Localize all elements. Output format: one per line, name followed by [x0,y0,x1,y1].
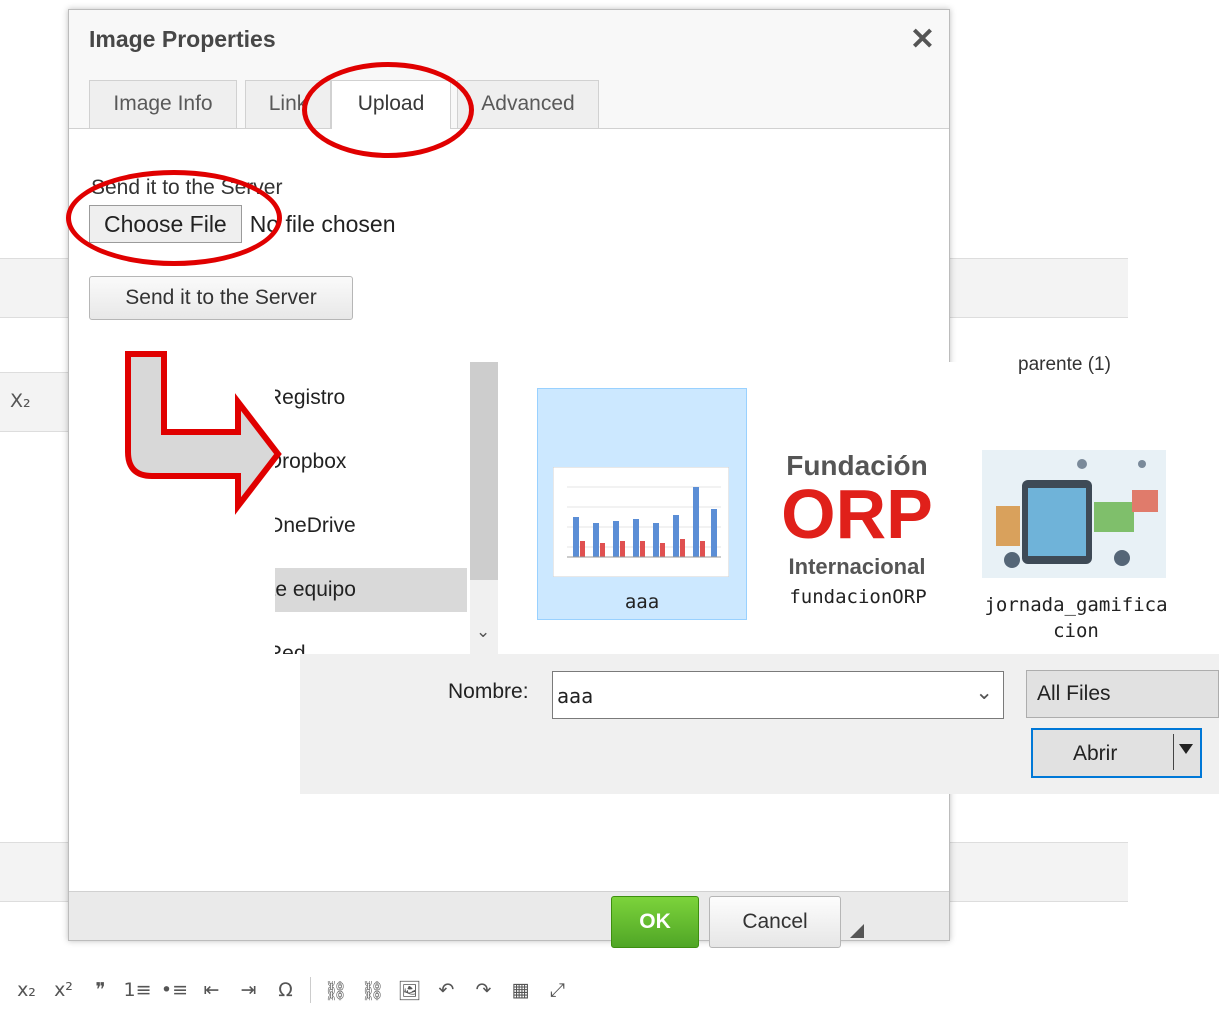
outdent-icon[interactable]: ⇤ [193,979,230,1001]
open-split-divider [1173,734,1174,770]
file-item-aaa[interactable]: aaa [537,388,747,620]
open-button[interactable]: Abrir [1031,728,1202,778]
subscript-icon[interactable]: x₂ [8,979,45,1001]
file-name-jornada-line1: jornada_gamifica [984,594,1168,616]
file-item-fundacionorp[interactable]: Fundación ORP Internacional fundacionORP [760,440,956,620]
cancel-button[interactable]: Cancel [709,896,841,948]
maximize-icon[interactable]: ⤢ [539,979,576,1001]
file-name-fundacionorp: fundacionORP [789,586,927,608]
tab-advanced[interactable]: Advanced [457,80,599,128]
file-item-jornada[interactable]: jornada_gamifica cion [972,440,1180,648]
toolbar-separator [310,977,311,1003]
nav-item-dropbox[interactable]: Dropbox [275,440,437,484]
unlink-icon[interactable]: ⛓ [354,979,391,1002]
link-icon[interactable]: ⛓ [317,979,354,1002]
nav-item-registro[interactable]: Registro [275,376,437,420]
file-type-filter[interactable]: All Files [1026,670,1219,718]
illustration-thumbnail [982,450,1166,578]
nav-item-red[interactable]: Red [275,632,437,654]
file-name-input[interactable]: aaa ⌄ [552,671,1004,719]
image-icon[interactable]: 🖼 [391,979,428,1002]
numbered-list-icon[interactable]: 1≡ [119,979,156,1001]
blockquote-icon[interactable]: ❞ [82,979,119,1001]
tab-image-info[interactable]: Image Info [89,80,237,128]
indent-icon[interactable]: ⇥ [230,979,267,1001]
dialog-title: Image Properties [89,26,276,52]
nav-item-onedrive[interactable]: OneDrive [275,504,437,548]
nav-item-este-equipo[interactable]: Este equipo [275,568,467,612]
orp-logo: Fundación ORP Internacional [766,450,948,579]
logo-line-3: Internacional [788,554,926,579]
editor-toolbar: x₂ x² ❞ 1≡ •≡ ⇤ ⇥ Ω ⛓ ⛓ 🖼 ↶ ↷ ▦ ⤢ [0,968,860,1012]
nav-scrollbar-thumb[interactable] [470,362,498,580]
chevron-down-icon[interactable]: ⌄ [975,680,993,704]
scroll-down-icon[interactable]: ⌄ [476,622,490,642]
annotation-circle-upload-tab [302,62,474,158]
folder-label: parente (1) [1018,354,1111,375]
nav-item-este-equipo-label: Este equipo [275,578,356,601]
file-name-value: aaa [557,684,594,708]
file-name-jornada-line2: cion [1053,620,1099,642]
superscript-icon[interactable]: x² [45,979,82,1001]
file-name-aaa: aaa [624,591,660,613]
bulleted-list-icon[interactable]: •≡ [156,979,193,1001]
special-char-icon[interactable]: Ω [267,979,304,1001]
dialog-header[interactable]: Image Properties ✕ [69,10,949,80]
table-icon[interactable]: ▦ [502,979,539,1001]
close-icon[interactable]: ✕ [910,22,935,57]
file-open-navigation: Registro Dropbox OneDrive Este equipo Re… [275,362,467,654]
file-name-label: Nombre: [448,680,529,703]
annotation-arrow-icon [125,351,282,515]
ok-button[interactable]: OK [611,896,699,948]
annotation-circle-choose-file [66,170,282,266]
dialog-tabs: Image Info Link Upload Advanced [69,80,949,129]
open-button-label: Abrir [1073,742,1118,765]
logo-line-2: ORP [781,475,933,553]
undo-icon[interactable]: ↶ [428,979,465,1001]
subscript-icon[interactable]: X₂ [10,390,31,412]
chart-thumbnail [553,467,729,577]
dropdown-arrow-icon[interactable] [1179,744,1193,754]
send-to-server-button[interactable]: Send it to the Server [89,276,353,320]
resize-handle-icon[interactable] [850,924,864,938]
redo-icon[interactable]: ↷ [465,979,502,1001]
